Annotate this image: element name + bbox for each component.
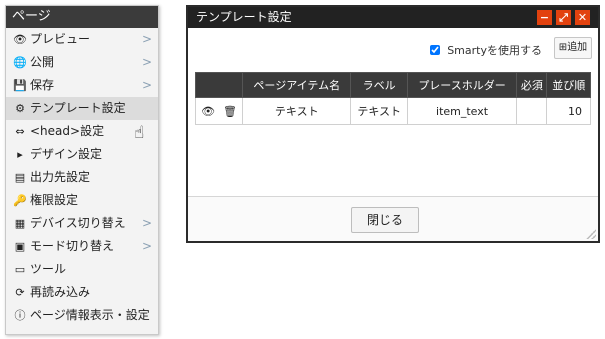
menu-item-label: 保存 xyxy=(30,78,55,92)
template-items-table: ページアイテム名 ラベル プレースホルダー 必須 並び順 👁 🗑 テキスト テキスト item_… xyxy=(194,72,591,125)
add-label: 追加 xyxy=(567,42,588,53)
tool-icon: ▭ xyxy=(14,263,26,276)
column-header: ページアイテム名 xyxy=(242,72,352,98)
template-icon: ⚙ xyxy=(15,102,25,115)
menu-item-label: ツール xyxy=(30,262,67,276)
column-header: プレースホルダー xyxy=(406,72,518,98)
info-icon: ⓘ xyxy=(14,309,26,322)
device-icon: ▦ xyxy=(14,217,26,230)
add-icon: ⊞ xyxy=(558,42,568,53)
menu-item-label: テンプレート設定 xyxy=(30,101,126,115)
page-menu-list: 👁 プレビュー > 🌐 公開 > 💾 保存 > ⚙ テンプレート設定 ⇔ <head>設定 ▸ デザイン設定… xyxy=(6,28,158,327)
maximize-icon[interactable]: ⤢ xyxy=(556,10,571,25)
column-header: 必須 xyxy=(516,72,548,98)
menu-item-label: 権限設定 xyxy=(30,193,79,207)
dialog-footer: 閉じる xyxy=(188,196,598,241)
preview-icon[interactable]: 👁 xyxy=(201,105,215,118)
menu-item[interactable]: ▤ 出力先設定 xyxy=(6,166,158,189)
item-name-cell: テキスト xyxy=(242,97,352,125)
template-settings-dialog: テンプレート設定 − ⤢ ✕ Smartyを使用する ⊞追加 ページアイテム名ラ… xyxy=(186,5,600,243)
column-header xyxy=(194,72,244,98)
menu-item[interactable]: 🌐 公開 > xyxy=(6,51,158,74)
menu-item-label: ページ情報表示・設定 xyxy=(30,308,150,322)
row-actions: 👁 🗑 xyxy=(194,97,244,125)
chevron-right-icon: > xyxy=(141,78,152,92)
item-required-cell xyxy=(516,97,548,125)
reload-icon: ⟳ xyxy=(15,286,25,299)
menu-item[interactable]: 💾 保存 > xyxy=(6,74,158,97)
menu-item[interactable]: ▦ デバイス切り替え > xyxy=(6,212,158,235)
menu-item[interactable]: ▭ ツール xyxy=(6,258,158,281)
item-order-cell: 10 xyxy=(546,97,591,125)
hand-cursor-icon: ☝ xyxy=(134,123,145,143)
menu-item-label: デバイス切り替え xyxy=(30,216,126,230)
item-placeholder-cell: item_text xyxy=(406,97,518,125)
chevron-right-icon: > xyxy=(141,55,152,69)
menu-item[interactable]: ▸ デザイン設定 xyxy=(6,143,158,166)
close-icon[interactable]: ✕ xyxy=(575,10,590,25)
mode-icon: ▣ xyxy=(14,240,26,253)
code-icon: ⇔ xyxy=(15,125,25,138)
menu-item[interactable]: ▣ モード切り替え > xyxy=(6,235,158,258)
dialog-titlebar[interactable]: テンプレート設定 − ⤢ ✕ xyxy=(188,7,598,28)
add-button[interactable]: ⊞追加 xyxy=(554,37,592,59)
resize-handle[interactable] xyxy=(586,229,596,239)
dialog-title: テンプレート設定 xyxy=(196,10,292,24)
page-menu: ページ 👁 プレビュー > 🌐 公開 > 💾 保存 > ⚙ テンプレート設定 ⇔ <head>設定 ▸ デザ… xyxy=(5,5,159,335)
minimize-icon[interactable]: − xyxy=(537,10,552,25)
trash-icon[interactable]: 🗑 xyxy=(223,105,237,118)
smarty-toggle[interactable]: Smartyを使用する xyxy=(429,42,542,58)
smarty-checkbox[interactable] xyxy=(429,45,440,55)
close-button[interactable]: 閉じる xyxy=(351,207,419,233)
menu-item[interactable]: ⓘ ページ情報表示・設定 xyxy=(6,304,158,327)
eye-icon: 👁 xyxy=(13,33,27,46)
column-header: ラベル xyxy=(350,72,408,98)
design-icon: ▸ xyxy=(17,148,23,161)
key-icon: 🔑 xyxy=(13,194,27,207)
item-label-cell: テキスト xyxy=(350,97,408,125)
menu-item-label: <head>設定 xyxy=(30,124,105,138)
menu-item-label: 公開 xyxy=(30,55,55,69)
save-icon: 💾 xyxy=(13,79,27,92)
globe-icon: 🌐 xyxy=(13,56,27,69)
menu-item[interactable]: 🔑 権限設定 xyxy=(6,189,158,212)
menu-item-label: プレビュー xyxy=(30,32,91,46)
column-header: 並び順 xyxy=(546,72,591,98)
page-menu-header: ページ xyxy=(6,6,158,28)
menu-item-label: モード切り替え xyxy=(30,239,115,253)
menu-item-label: 再読み込み xyxy=(30,285,91,299)
smarty-label: Smartyを使用する xyxy=(447,44,542,57)
menu-item-label: デザイン設定 xyxy=(30,147,103,161)
chevron-right-icon: > xyxy=(141,32,152,46)
menu-item-label: 出力先設定 xyxy=(30,170,91,184)
menu-item[interactable]: ⟳ 再読み込み xyxy=(6,281,158,304)
table-header-row: ページアイテム名 ラベル プレースホルダー 必須 並び順 xyxy=(194,72,591,98)
chevron-right-icon: > xyxy=(141,216,152,230)
menu-item[interactable]: ⚙ テンプレート設定 xyxy=(6,97,158,120)
output-icon: ▤ xyxy=(14,171,26,184)
table-row: 👁 🗑 テキスト テキスト item_text 10 xyxy=(194,97,591,125)
menu-item[interactable]: 👁 プレビュー > xyxy=(6,28,158,51)
dialog-body: Smartyを使用する ⊞追加 ページアイテム名 ラベル プレースホルダー 必須 並び順… xyxy=(188,28,598,197)
chevron-right-icon: > xyxy=(141,239,152,253)
